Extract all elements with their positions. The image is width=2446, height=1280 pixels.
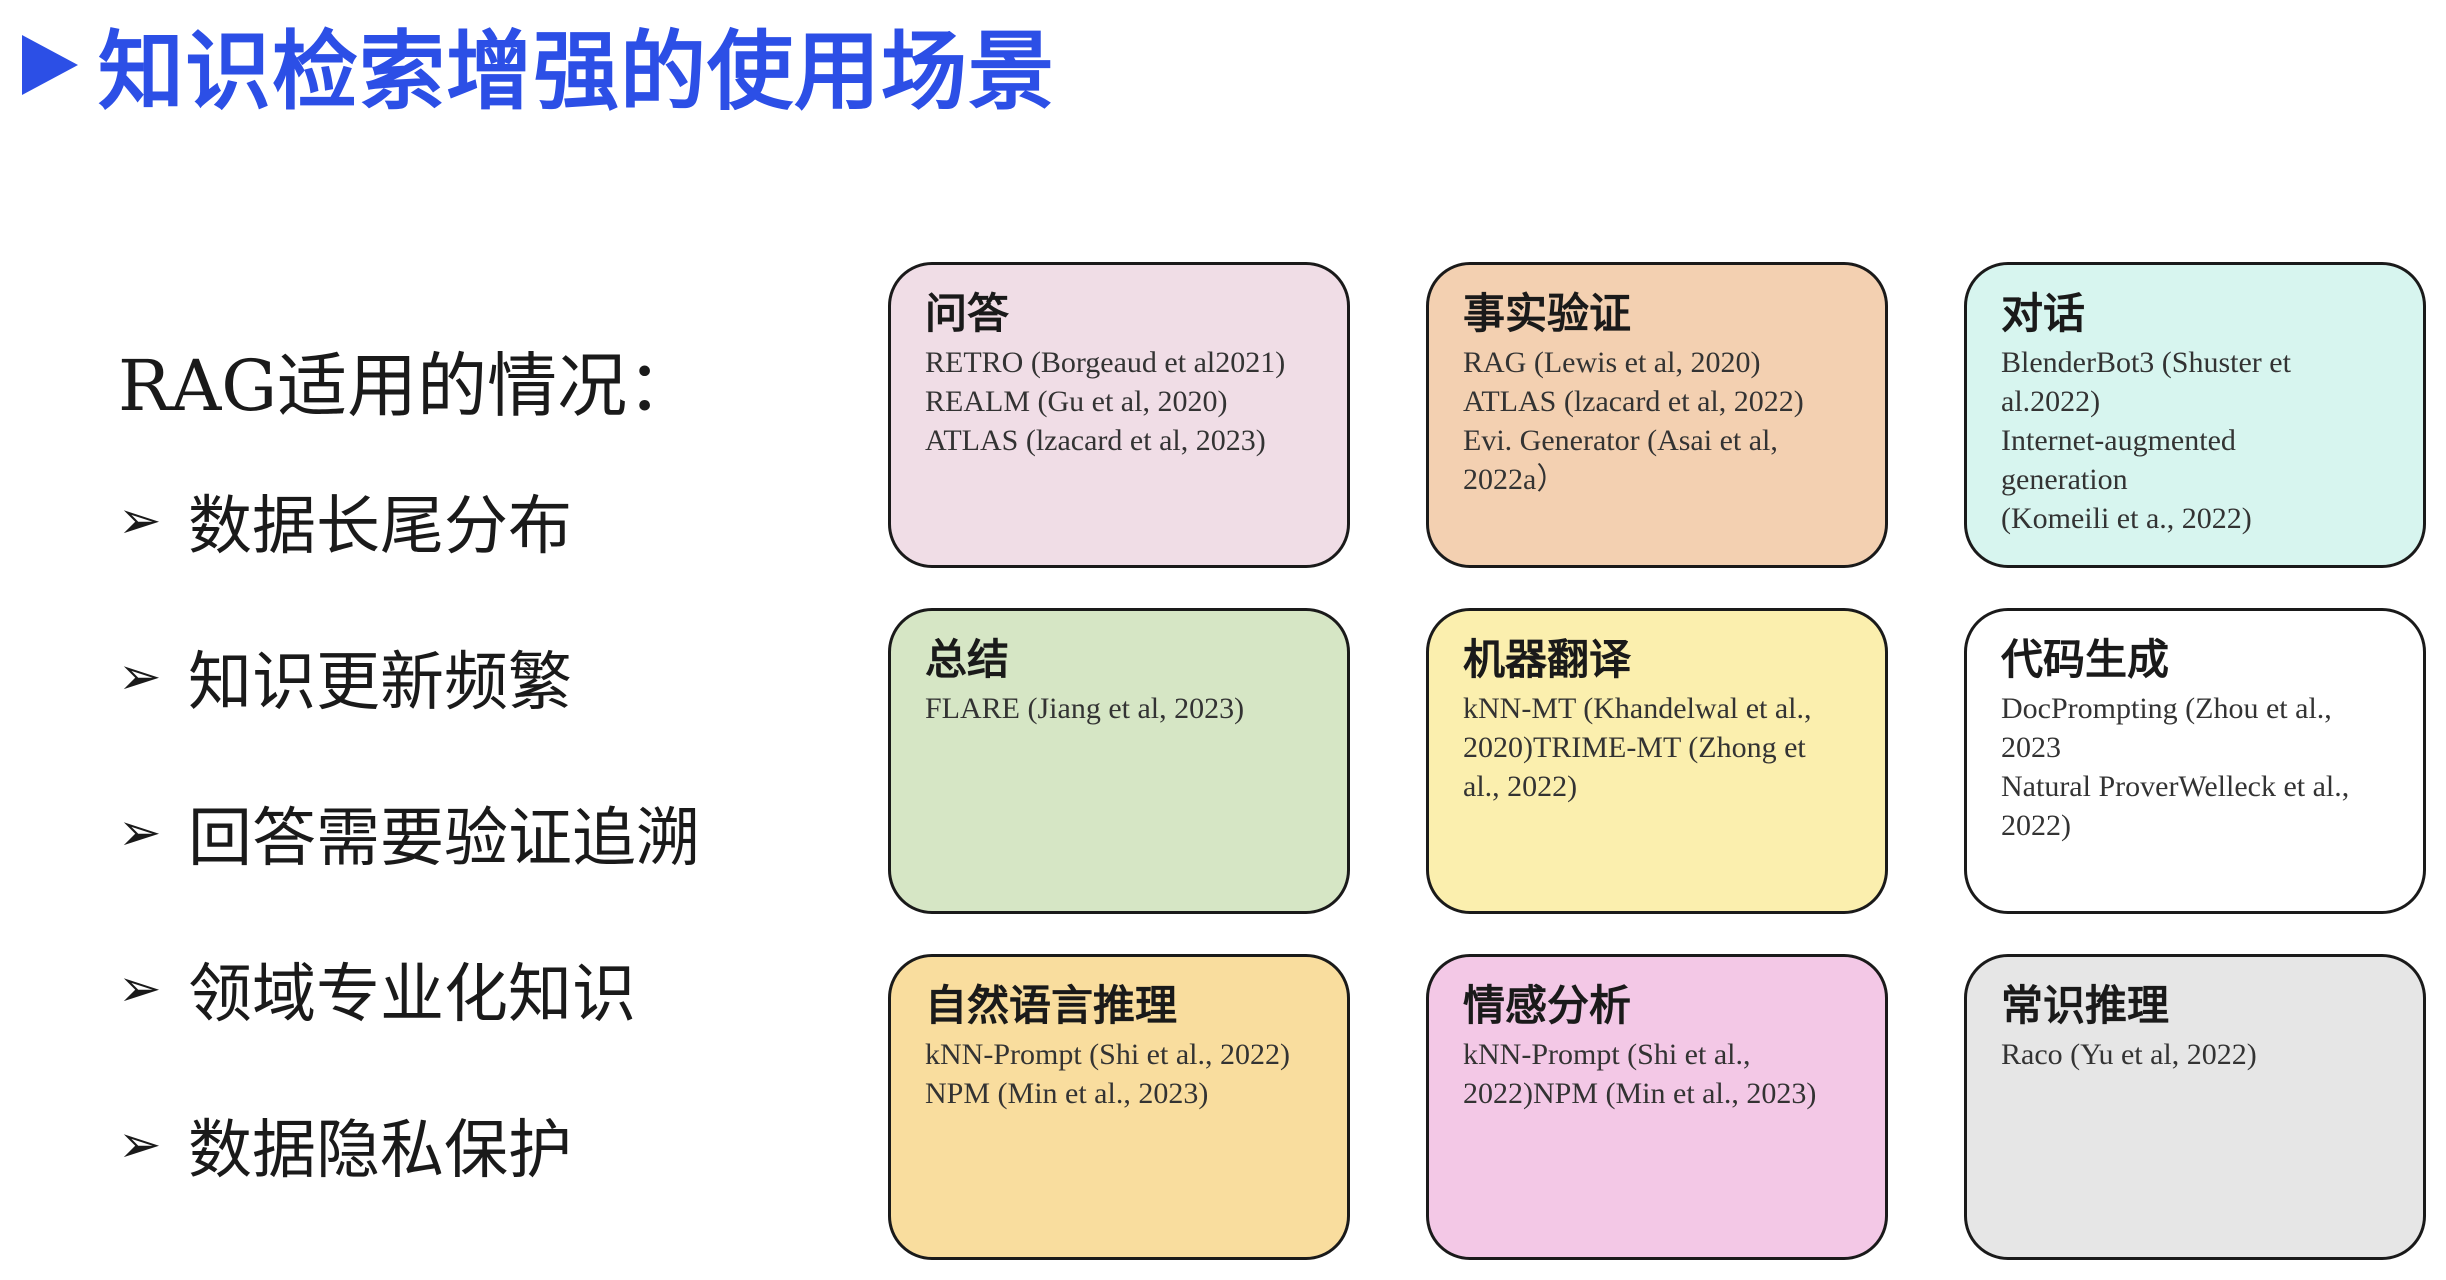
use-case-card: 机器翻译 kNN-MT (Khandelwal et al., 2020)TRIME…	[1426, 608, 1888, 914]
reference-line: REALM (Gu et al, 2020)	[925, 385, 1228, 418]
rag-condition-text: 数据隐私保护	[188, 1114, 572, 1188]
slide-title: 知识检索增强的使用场景	[98, 21, 1055, 122]
use-case-card-references: RAG (Lewis et al, 2020) ATLAS (lzacard et…	[1463, 343, 1857, 499]
reference-line: ATLAS (lzacard et al, 2023)	[925, 424, 1266, 457]
reference-line: kNN-MT (Khandelwal et al.,	[1463, 692, 1812, 725]
use-case-card: 事实验证 RAG (Lewis et al, 2020) ATLAS (lzacar…	[1426, 262, 1888, 568]
reference-line: DocPrompting (Zhou et al.,	[2001, 692, 2332, 725]
reference-line: 2022a）	[1463, 463, 1567, 496]
reference-line: al., 2022)	[1463, 770, 1578, 803]
rag-conditions-heading: RAG适用的情况：	[118, 345, 698, 427]
use-case-card-title: 自然语言推理	[925, 981, 1178, 1030]
rag-condition-text: 领域专业化知识	[188, 958, 636, 1032]
use-case-card-title: 对话	[2001, 289, 2086, 338]
use-case-card-title: 问答	[925, 289, 1010, 338]
use-case-card-title: 机器翻译	[1463, 635, 1632, 684]
reference-line: Raco (Yu et al, 2022)	[2001, 1038, 2257, 1071]
rag-condition-text: 知识更新频繁	[188, 646, 572, 720]
arrow-bullet-icon: ➢	[118, 1115, 162, 1175]
use-case-card-title: 事实验证	[1463, 289, 1632, 338]
reference-line: FLARE (Jiang et al, 2023)	[925, 692, 1245, 725]
use-case-card: 情感分析 kNN-Prompt (Shi et al., 2022)NPM (Min…	[1426, 954, 1888, 1260]
reference-line: ATLAS (lzacard et al, 2022)	[1463, 385, 1804, 418]
use-case-card-references: Raco (Yu et al, 2022)	[2001, 1035, 2395, 1074]
rag-conditions-list: ➢ 数据长尾分布 ➢ 知识更新频繁 ➢ 回答需要验证追溯 ➢ 领域专业化知识 ➢ 数据隐私保护	[118, 486, 758, 1188]
rag-condition-item: ➢ 领域专业化知识	[118, 954, 758, 1032]
rag-condition-item: ➢ 知识更新频繁	[118, 642, 758, 720]
arrow-bullet-icon: ➢	[118, 647, 162, 707]
use-case-card-title: 代码生成	[2001, 635, 2170, 684]
reference-line: kNN-Prompt (Shi et al., 2022)	[925, 1038, 1290, 1071]
reference-line: NPM (Min et al., 2023)	[925, 1077, 1209, 1110]
reference-line: 2022)	[2001, 809, 2071, 842]
reference-line: al.2022)	[2001, 385, 2101, 418]
rag-condition-text: 回答需要验证追溯	[188, 802, 700, 876]
rag-conditions-panel: RAG适用的情况： ➢ 数据长尾分布 ➢ 知识更新频繁 ➢ 回答需要验证追溯 ➢ 领域专业化知…	[118, 330, 758, 1266]
use-case-card-title: 总结	[925, 635, 1010, 684]
use-case-card-references: kNN-MT (Khandelwal et al., 2020)TRIME-MT …	[1463, 689, 1857, 806]
play-arrow-icon	[22, 35, 78, 95]
rag-condition-item: ➢ 数据长尾分布	[118, 486, 758, 564]
reference-line: 2020)TRIME-MT (Zhong et	[1463, 731, 1806, 764]
use-case-card-title: 情感分析	[1463, 981, 1632, 1030]
use-case-card-references: RETRO (Borgeaud et al2021) REALM (Gu et a…	[925, 343, 1319, 460]
use-case-card-title: 常识推理	[2001, 981, 2170, 1030]
use-case-card: 总结 FLARE (Jiang et al, 2023)	[888, 608, 1350, 914]
rag-condition-item: ➢ 回答需要验证追溯	[118, 798, 758, 876]
use-case-grid: 问答 RETRO (Borgeaud et al2021) REALM (Gu et…	[888, 262, 2428, 1260]
rag-condition-text: 数据长尾分布	[188, 490, 572, 564]
reference-line: 2023	[2001, 731, 2061, 764]
reference-line: (Komeili et a., 2022)	[2001, 502, 2252, 535]
use-case-card: 对话 BlenderBot3 (Shuster et al.2022) Interne…	[1964, 262, 2426, 568]
reference-line: 2022)NPM (Min et al., 2023)	[1463, 1077, 1817, 1110]
use-case-card-references: kNN-Prompt (Shi et al., 2022) NPM (Min et…	[925, 1035, 1319, 1113]
arrow-bullet-icon: ➢	[118, 803, 162, 863]
use-case-card: 代码生成 DocPrompting (Zhou et al., 2023 Natura…	[1964, 608, 2426, 914]
reference-line: RETRO (Borgeaud et al2021)	[925, 346, 1286, 379]
reference-line: generation	[2001, 463, 2128, 496]
reference-line: Evi. Generator (Asai et al,	[1463, 424, 1778, 457]
slide-title-row: 知识检索增强的使用场景	[22, 8, 1055, 122]
reference-line: BlenderBot3 (Shuster et	[2001, 346, 2291, 379]
use-case-card-references: BlenderBot3 (Shuster et al.2022) Internet-…	[2001, 343, 2395, 538]
use-case-card-references: DocPrompting (Zhou et al., 2023 Natural Pr…	[2001, 689, 2395, 845]
arrow-bullet-icon: ➢	[118, 959, 162, 1019]
reference-line: kNN-Prompt (Shi et al.,	[1463, 1038, 1751, 1071]
use-case-card: 自然语言推理 kNN-Prompt (Shi et al., 2022) NPM (…	[888, 954, 1350, 1260]
use-case-card-references: kNN-Prompt (Shi et al., 2022)NPM (Min et …	[1463, 1035, 1857, 1113]
reference-line: RAG (Lewis et al, 2020)	[1463, 346, 1761, 379]
reference-line: Natural ProverWelleck et al.,	[2001, 770, 2350, 803]
reference-line: Internet-augmented	[2001, 424, 2236, 457]
use-case-card-references: FLARE (Jiang et al, 2023)	[925, 689, 1319, 728]
rag-condition-item: ➢ 数据隐私保护	[118, 1110, 758, 1188]
arrow-bullet-icon: ➢	[118, 491, 162, 551]
use-case-card: 常识推理 Raco (Yu et al, 2022)	[1964, 954, 2426, 1260]
use-case-card: 问答 RETRO (Borgeaud et al2021) REALM (Gu et…	[888, 262, 1350, 568]
